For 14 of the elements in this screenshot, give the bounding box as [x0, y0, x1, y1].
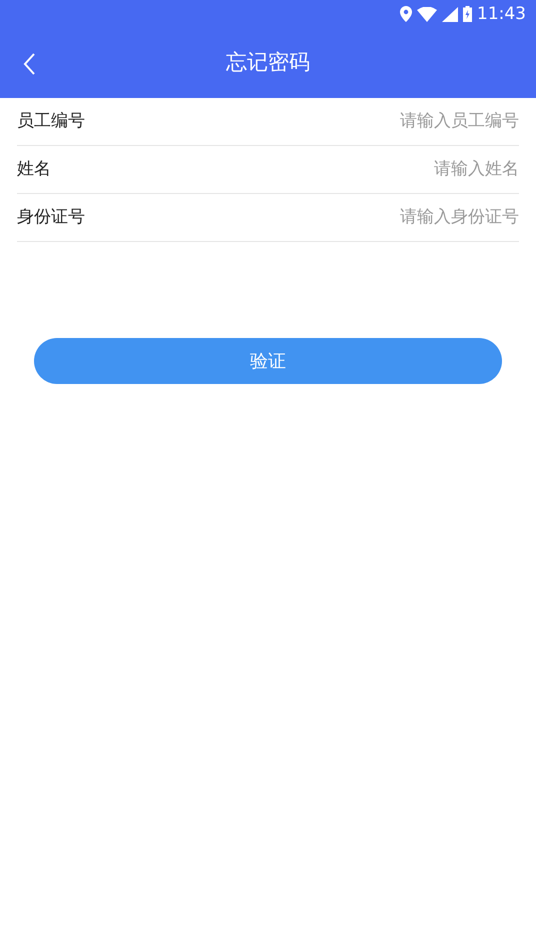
battery-icon [463, 6, 472, 22]
location-icon [400, 6, 412, 22]
verify-button[interactable]: 验证 [34, 338, 502, 384]
field-label: 姓名 [17, 158, 51, 181]
clock-time: 11:43 [477, 6, 526, 22]
wifi-icon [417, 6, 437, 22]
input-field[interactable]: 请输入身份证号 [85, 204, 519, 230]
back-icon [23, 53, 35, 75]
input-field[interactable]: 请输入姓名 [51, 156, 519, 182]
input-field[interactable]: 请输入员工编号 [85, 108, 519, 134]
field-label: 员工编号 [17, 110, 85, 133]
field-label: 身份证号 [17, 206, 85, 229]
signal-icon [442, 6, 458, 22]
page-title: 忘记密码 [226, 49, 310, 76]
